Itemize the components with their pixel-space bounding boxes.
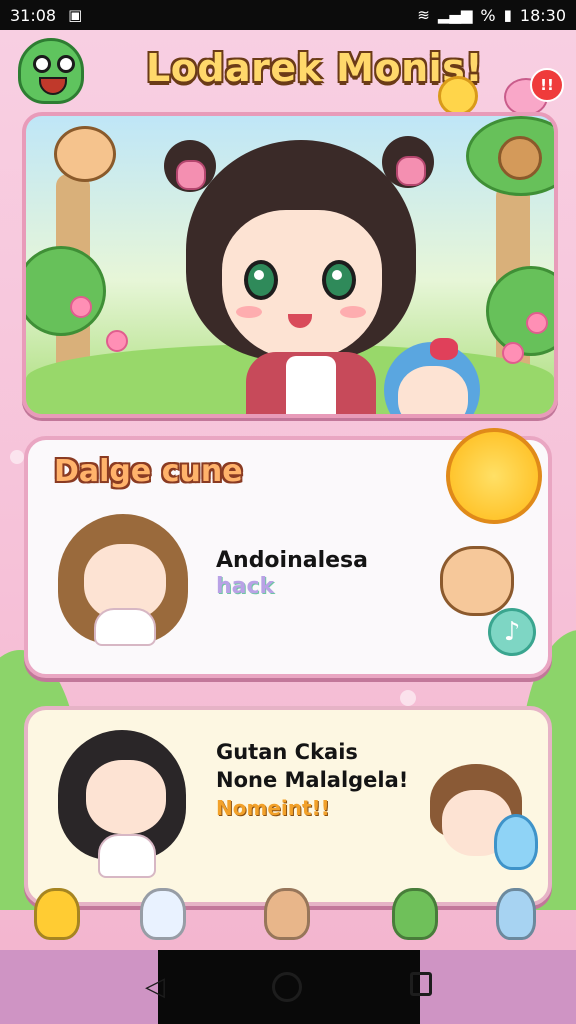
- recent-apps-icon[interactable]: [410, 972, 432, 996]
- flower-mascot-icon[interactable]: [496, 888, 536, 940]
- chibi-girl-face: [86, 760, 166, 834]
- fox-mascot-icon[interactable]: [34, 888, 80, 940]
- wifi-icon: ≋: [417, 6, 430, 24]
- message-line-2: None Malalgela!: [216, 768, 409, 792]
- dog-mascot-icon[interactable]: [264, 888, 310, 940]
- back-icon[interactable]: ◁: [140, 972, 170, 1002]
- status-bar: 31:08 ▣ ≋ ▂▄▆ % ▮ 18:30: [0, 0, 576, 30]
- hero-banner[interactable]: [22, 112, 558, 418]
- bear-mascot-icon: [440, 546, 514, 616]
- potion-icon: [494, 814, 538, 870]
- cat-mascot-icon[interactable]: [140, 888, 186, 940]
- character-name: Andoinalesa: [216, 548, 369, 573]
- side-character-face: [398, 366, 468, 414]
- message-line-1: Gutan Ckais: [216, 740, 358, 764]
- notification-icon: ▣: [68, 6, 83, 24]
- main-character-outfit: [246, 352, 376, 414]
- music-note-button[interactable]: ♪: [488, 608, 536, 656]
- cat-sticker-icon: [54, 126, 116, 182]
- frog-mini-icon[interactable]: [392, 888, 438, 940]
- sun-mascot-icon: [436, 418, 552, 534]
- system-nav-bar: ◁: [0, 950, 576, 1024]
- card-heading: Dalge cune: [54, 454, 243, 489]
- dog-sticker-icon: [498, 136, 542, 180]
- notification-count: !!: [530, 68, 564, 102]
- app-header: Lodarek Monis! !! lool: [0, 32, 576, 130]
- main-character-face: [222, 210, 382, 360]
- battery-icon: ▮: [503, 6, 512, 24]
- battery-percent: %: [480, 5, 496, 25]
- message-status: Nomeint!!: [216, 796, 330, 820]
- status-clock: 18:30: [519, 5, 566, 25]
- app-title: Lodarek Monis!: [146, 46, 484, 90]
- signal-icon: ▂▄▆: [437, 6, 473, 24]
- character-tag[interactable]: hack: [216, 574, 274, 599]
- frog-mascot-icon[interactable]: [18, 38, 84, 104]
- home-icon[interactable]: [272, 972, 302, 1002]
- status-time: 31:08: [10, 5, 57, 25]
- smiley-sun-icon: [438, 76, 478, 116]
